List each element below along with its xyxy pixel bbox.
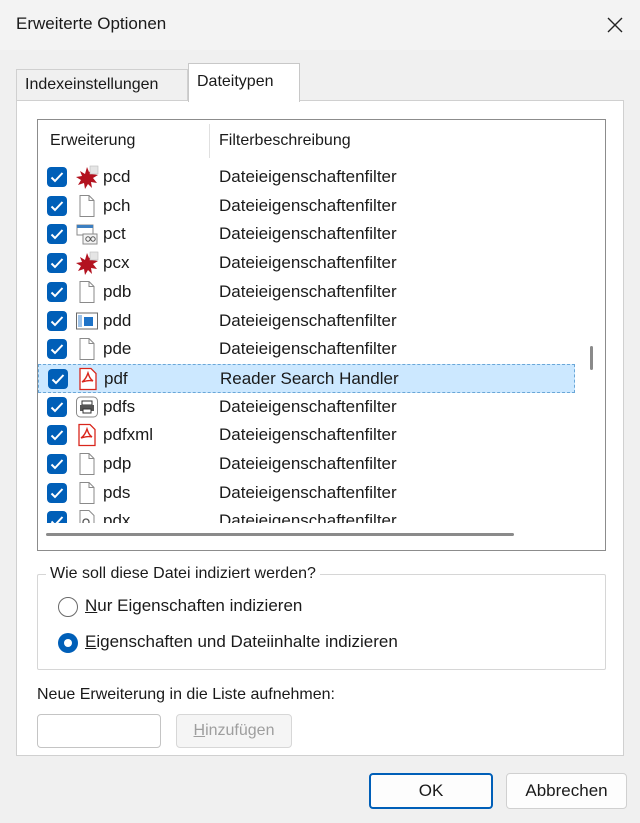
row-extension: pdx (103, 511, 131, 523)
list-row-pct[interactable]: pct Dateieigenschaftenfilter (38, 220, 575, 249)
row-extension: pds (103, 482, 131, 502)
new-extension-input[interactable] (37, 714, 161, 748)
blank-file-icon (75, 337, 99, 361)
row-extension: pch (103, 195, 131, 215)
horizontal-scrollbar[interactable] (46, 533, 514, 536)
row-description: Dateieigenschaftenfilter (219, 425, 397, 445)
list-rows: pcd Dateieigenschaftenfilter pch Dateieigen… (38, 163, 575, 523)
row-checkbox[interactable] (47, 195, 67, 216)
title-bar: Erweiterte Optionen (0, 0, 640, 50)
list-row-pdb[interactable]: pdb Dateieigenschaftenfilter (38, 278, 575, 307)
row-checkbox[interactable] (47, 454, 67, 474)
row-extension: pdp (103, 454, 132, 473)
row-checkbox[interactable] (47, 425, 67, 446)
add-button[interactable]: Hinzufügen (176, 714, 292, 748)
pdf-file-icon (76, 367, 100, 391)
tab-indexeinstellungen[interactable]: Indexeinstellungen (16, 69, 188, 101)
new-extension-label: Neue Erweiterung in die Liste aufnehmen: (37, 686, 335, 703)
row-extension: pdd (103, 310, 132, 330)
row-extension: pcx (103, 253, 130, 273)
row-description: Dateieigenschaftenfilter (219, 310, 397, 330)
list-row-pdfs[interactable]: pdfs Dateieigenschaftenfilter (38, 393, 575, 422)
row-checkbox[interactable] (47, 396, 67, 417)
row-description: Dateieigenschaftenfilter (219, 224, 397, 244)
row-checkbox[interactable] (47, 253, 67, 274)
row-checkbox[interactable] (47, 281, 67, 302)
row-checkbox[interactable] (47, 511, 67, 523)
list-row-pdd[interactable]: pdd Dateieigenschaftenfilter (38, 307, 575, 336)
ok-button[interactable]: OK (369, 773, 493, 809)
row-checkbox[interactable] (47, 224, 67, 245)
blank-file-icon (75, 280, 99, 304)
row-description: Dateieigenschaftenfilter (219, 253, 397, 273)
vertical-scrollbar[interactable] (590, 346, 593, 370)
paint-splash-icon (75, 165, 99, 189)
close-button[interactable] (590, 0, 640, 50)
column-header-description[interactable]: Filterbeschreibung (219, 132, 351, 150)
column-separator[interactable] (209, 124, 210, 158)
file-type-list[interactable]: Erweiterung Filterbeschreibung pcd Dateie… (37, 119, 606, 551)
row-description: Dateieigenschaftenfilter (219, 511, 397, 523)
row-description: Dateieigenschaftenfilter (219, 482, 397, 502)
radio-properties-only-label[interactable]: Nur Eigenschaften indizieren (85, 596, 302, 616)
row-description: Dateieigenschaftenfilter (219, 396, 397, 416)
row-description: Dateieigenschaftenfilter (219, 195, 397, 215)
paint-splash-icon (75, 251, 99, 276)
list-row-pdfxml[interactable]: pdfxml Dateieigenschaftenfilter (38, 421, 575, 450)
radio-properties-and-content-indicator[interactable] (58, 633, 78, 653)
column-header-extension[interactable]: Erweiterung (50, 132, 135, 150)
row-description: Reader Search Handler (220, 368, 399, 388)
image-file-icon (75, 222, 99, 246)
cancel-button[interactable]: Abbrechen (506, 773, 627, 809)
row-extension: pde (103, 339, 132, 359)
blank-file-icon (75, 452, 99, 476)
row-description: Dateieigenschaftenfilter (219, 454, 397, 473)
row-checkbox[interactable] (47, 167, 67, 187)
list-row-pch[interactable]: pch Dateieigenschaftenfilter (38, 192, 575, 221)
row-extension: pdfxml (103, 425, 154, 445)
list-row-pdp[interactable]: pdp Dateieigenschaftenfilter (38, 450, 575, 479)
index-mode-group (37, 574, 606, 670)
row-extension: pdb (103, 281, 132, 301)
list-row-pds[interactable]: pds Dateieigenschaftenfilter (38, 479, 575, 508)
blank-file-icon (75, 481, 99, 505)
tab-dateitypen[interactable]: Dateitypen (188, 63, 300, 102)
list-row-pde[interactable]: pde Dateieigenschaftenfilter (38, 335, 575, 364)
close-icon (607, 17, 623, 33)
row-extension: pct (103, 224, 126, 244)
search-file-icon (75, 509, 99, 523)
printer-file-icon (75, 395, 99, 419)
radio-properties-only-indicator[interactable] (58, 597, 78, 617)
window-title: Erweiterte Optionen (16, 14, 167, 33)
row-description: Dateieigenschaftenfilter (219, 167, 397, 186)
radio-properties-and-content-label[interactable]: Eigenschaften und Dateiinhalte indiziere… (85, 632, 398, 652)
list-row-pdf[interactable]: pdf Reader Search Handler (38, 363, 575, 393)
row-description: Dateieigenschaftenfilter (219, 339, 397, 359)
row-description: Dateieigenschaftenfilter (219, 281, 397, 301)
list-header: Erweiterung Filterbeschreibung (38, 120, 605, 162)
row-checkbox[interactable] (47, 339, 67, 360)
row-extension: pdfs (103, 396, 136, 416)
row-extension: pcd (103, 167, 131, 186)
row-checkbox[interactable] (47, 310, 67, 331)
list-row-pcd[interactable]: pcd Dateieigenschaftenfilter (38, 163, 575, 192)
list-row-pdx[interactable]: pdx Dateieigenschaftenfilter (38, 507, 575, 523)
list-row-pcx[interactable]: pcx Dateieigenschaftenfilter (38, 249, 575, 278)
index-mode-legend: Wie soll diese Datei indiziert werden? (46, 565, 320, 583)
row-checkbox[interactable] (48, 368, 68, 389)
window-file-icon (75, 309, 99, 333)
pdf-file-icon (75, 423, 99, 447)
blank-file-icon (75, 194, 99, 218)
row-extension: pdf (104, 368, 128, 388)
row-checkbox[interactable] (47, 482, 67, 503)
